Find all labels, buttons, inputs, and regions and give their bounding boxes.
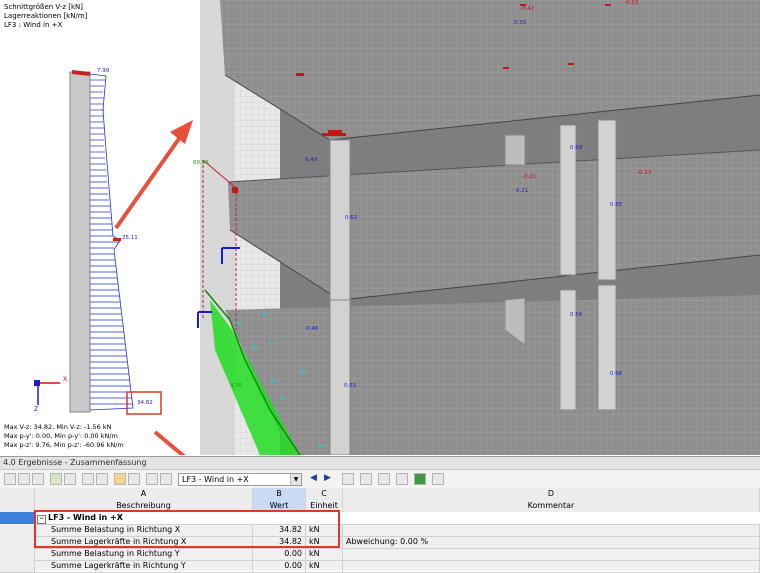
row-value: 34.82 xyxy=(253,524,306,536)
column-4 xyxy=(329,299,351,455)
row-comment: Abweichung: 0.00 % xyxy=(343,536,760,548)
column-5 xyxy=(559,289,577,411)
model-value: -0.23 xyxy=(624,0,639,6)
chevron-down-icon[interactable]: ▼ xyxy=(290,474,301,485)
row-description: Summe Lagerkräfte in Richtung Y xyxy=(35,560,253,572)
row-description: Summe Lagerkräfte in Richtung X xyxy=(35,536,253,548)
col-header-value[interactable]: Wert xyxy=(253,500,306,512)
model-value: 0.85 xyxy=(610,202,623,208)
col-header-comment[interactable]: Kommentar xyxy=(343,500,760,512)
column-3 xyxy=(597,119,617,281)
results-panel: 4.0 Ergebnisse - Zusammenfassung LF3 - W… xyxy=(0,456,760,573)
next-loadcase-icon[interactable]: ▶ xyxy=(324,473,336,485)
model-value: 0.49 xyxy=(305,157,318,163)
result-type-label: Schnittgrößen V-z [kN] xyxy=(4,3,83,11)
row-unit: kN xyxy=(306,536,343,548)
model-value: 0.69 xyxy=(570,145,583,151)
row-comment xyxy=(343,548,760,560)
col-letter-a[interactable]: A xyxy=(35,488,253,500)
row-value: 0.00 xyxy=(253,560,306,572)
model-value: 0.56 xyxy=(570,312,583,318)
row-description: Summe Belastung in Richtung X xyxy=(35,524,253,536)
summary-pz: Max p-z': 9.76, Min p-z': -60.96 kN/m xyxy=(4,441,124,449)
group-title-cell: − LF3 - Wind in +X xyxy=(35,512,343,524)
model-value: 0.35 xyxy=(514,20,527,26)
model-value: -0.21 xyxy=(522,174,537,180)
arrow-left-icon[interactable] xyxy=(82,473,94,485)
model-value: 0.46 xyxy=(306,326,319,332)
row-value: 0.00 xyxy=(253,548,306,560)
model-value: 0.62 xyxy=(345,215,358,221)
group-title: LF3 - Wind in +X xyxy=(48,513,123,522)
export-excel-icon[interactable] xyxy=(50,473,62,485)
col-letter-c[interactable]: C xyxy=(306,488,343,500)
row-comment xyxy=(343,524,760,536)
toolbar-icon-2[interactable] xyxy=(18,473,30,485)
toolbar-icon-9[interactable] xyxy=(128,473,140,485)
row-unit: kN xyxy=(306,560,343,572)
toolbar-icon-11[interactable] xyxy=(160,473,172,485)
row-header[interactable] xyxy=(0,560,35,572)
toolbar-icon-10[interactable] xyxy=(146,473,158,485)
loadcase-select[interactable]: LF3 - Wind in +X ▼ xyxy=(178,473,302,486)
toolbar-icon-14[interactable] xyxy=(342,473,354,485)
model-value: 0.66 xyxy=(610,371,623,377)
shear-value-bottom: 34.82 xyxy=(137,400,153,406)
row-header[interactable] xyxy=(0,548,35,560)
axis-x-label: X xyxy=(63,376,68,383)
toolbar-icon-19[interactable] xyxy=(432,473,444,485)
loadcase-label: LF3 : Wind in +X xyxy=(4,21,63,29)
toolbar-icon-3[interactable] xyxy=(32,473,44,485)
col-header-description[interactable]: Beschreibung xyxy=(35,500,253,512)
table-row[interactable]: Summe Lagerkräfte in Richtung Y 0.00 kN xyxy=(0,560,760,573)
results-toolbar: LF3 - Wind in +X ▼ ◀ ▶ xyxy=(0,470,760,489)
row-value: 34.82 xyxy=(253,536,306,548)
loadcase-select-value: LF3 - Wind in +X xyxy=(182,475,249,484)
col-header-unit[interactable]: Einheit xyxy=(306,500,343,512)
model-value: 0.21 xyxy=(516,188,529,194)
shear-value-middle: 25.11 xyxy=(122,235,138,241)
row-header-blank xyxy=(0,500,35,512)
model-value: 0.63 xyxy=(344,383,357,389)
ground-slab xyxy=(225,295,760,455)
column-6 xyxy=(597,284,617,411)
toolbar-icon-1[interactable] xyxy=(4,473,16,485)
panel-title: 4.0 Ergebnisse - Zusammenfassung xyxy=(0,457,760,470)
reaction-type-label: Lagerreaktionen [kN/m] xyxy=(4,12,88,20)
row-comment xyxy=(343,560,760,572)
collapse-icon[interactable]: − xyxy=(37,515,46,524)
row-unit: kN xyxy=(306,524,343,536)
excel-icon[interactable] xyxy=(414,473,426,485)
model-graphics xyxy=(34,0,760,455)
row-header[interactable] xyxy=(0,536,35,548)
arrow-right-icon[interactable] xyxy=(96,473,108,485)
toolbar-icon-15[interactable] xyxy=(360,473,372,485)
shear-value-top: 7.99 xyxy=(97,68,110,74)
col-letter-b[interactable]: B xyxy=(253,488,306,500)
row-header[interactable] xyxy=(0,524,35,536)
support-value: 9.76 xyxy=(230,383,243,389)
column-shear-member xyxy=(69,71,91,413)
model-value: -0.42 xyxy=(520,6,535,12)
filter-icon[interactable] xyxy=(114,473,126,485)
toolbar-icon-5[interactable] xyxy=(64,473,76,485)
model-viewport[interactable]: Schnittgrößen V-z [kN] Lagerreaktionen [… xyxy=(0,0,760,455)
summary-vz: Max V-z: 34.82, Min V-z: -1.56 kN xyxy=(4,423,112,431)
corner-cell xyxy=(0,488,35,500)
row-description: Summe Belastung in Richtung Y xyxy=(35,548,253,560)
toolbar-icon-17[interactable] xyxy=(396,473,408,485)
col-letter-d[interactable]: D xyxy=(343,488,760,500)
prev-loadcase-icon[interactable]: ◀ xyxy=(310,473,322,485)
toolbar-icon-16[interactable] xyxy=(378,473,390,485)
axis-z-label: Z xyxy=(34,406,39,413)
row-selector[interactable] xyxy=(0,512,35,524)
model-value: -0.23 xyxy=(637,170,652,176)
row-unit: kN xyxy=(306,548,343,560)
summary-py: Max p-y': 0.00, Min p-y': 0.00 kN/m xyxy=(4,432,118,440)
support-value: 60.96 xyxy=(193,160,209,166)
